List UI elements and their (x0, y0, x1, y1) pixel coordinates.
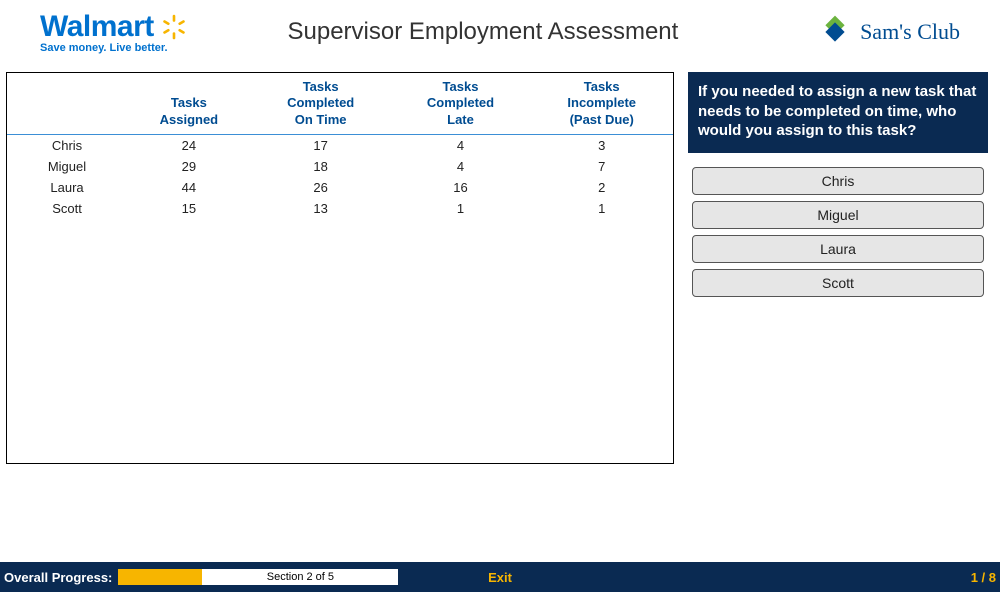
exit-button[interactable]: Exit (488, 570, 512, 585)
progress-bar: Section 2 of 5 (118, 569, 398, 585)
answer-button[interactable]: Laura (692, 235, 984, 263)
table-body: Chris241743Miguel291847Laura4426162Scott… (7, 134, 673, 219)
table-header: TasksAssigned TasksCompletedOn Time Task… (7, 73, 673, 134)
main-content: TasksAssigned TasksCompletedOn Time Task… (0, 72, 1000, 464)
cell-assigned: 44 (127, 177, 251, 198)
question-panel: If you needed to assign a new task that … (688, 72, 988, 464)
col-incomplete: TasksIncomplete(Past Due) (530, 73, 673, 134)
sams-club-logo: Sam's Club (818, 15, 960, 49)
cell-name: Laura (7, 177, 127, 198)
answer-list: Chris Miguel Laura Scott (688, 167, 988, 297)
progress-fill (118, 569, 202, 585)
cell-name: Miguel (7, 156, 127, 177)
answer-button[interactable]: Scott (692, 269, 984, 297)
table-row: Chris241743 (7, 134, 673, 156)
cell-late: 16 (391, 177, 531, 198)
cell-ontime: 13 (251, 198, 391, 219)
cell-incomplete: 3 (530, 134, 673, 156)
page-title: Supervisor Employment Assessment (148, 18, 818, 46)
col-assigned: TasksAssigned (127, 73, 251, 134)
cell-ontime: 18 (251, 156, 391, 177)
progress-section-text: Section 2 of 5 (202, 569, 398, 585)
page-counter: 1 / 8 (971, 570, 1000, 585)
cell-late: 4 (391, 156, 531, 177)
col-ontime: TasksCompletedOn Time (251, 73, 391, 134)
walmart-wordmark: Walmart (40, 10, 154, 44)
cell-assigned: 24 (127, 134, 251, 156)
footer-bar: Overall Progress: Section 2 of 5 Exit 1 … (0, 562, 1000, 592)
cell-ontime: 26 (251, 177, 391, 198)
cell-incomplete: 2 (530, 177, 673, 198)
answer-button[interactable]: Miguel (692, 201, 984, 229)
table-row: Laura4426162 (7, 177, 673, 198)
task-table: TasksAssigned TasksCompletedOn Time Task… (7, 73, 673, 219)
question-text: If you needed to assign a new task that … (688, 72, 988, 153)
answer-button[interactable]: Chris (692, 167, 984, 195)
cell-name: Chris (7, 134, 127, 156)
col-late: TasksCompletedLate (391, 73, 531, 134)
header: Walmart Save money. Live better. Supervi… (0, 0, 1000, 72)
progress-label: Overall Progress: (0, 570, 118, 585)
data-table-panel: TasksAssigned TasksCompletedOn Time Task… (6, 72, 674, 464)
cell-assigned: 15 (127, 198, 251, 219)
col-employee (7, 73, 127, 134)
cell-assigned: 29 (127, 156, 251, 177)
cell-late: 4 (391, 134, 531, 156)
table-row: Miguel291847 (7, 156, 673, 177)
cell-late: 1 (391, 198, 531, 219)
cell-name: Scott (7, 198, 127, 219)
sams-wordmark: Sam's Club (860, 19, 960, 45)
cell-incomplete: 1 (530, 198, 673, 219)
cell-ontime: 17 (251, 134, 391, 156)
table-row: Scott151311 (7, 198, 673, 219)
sams-diamond-icon (818, 15, 852, 49)
cell-incomplete: 7 (530, 156, 673, 177)
